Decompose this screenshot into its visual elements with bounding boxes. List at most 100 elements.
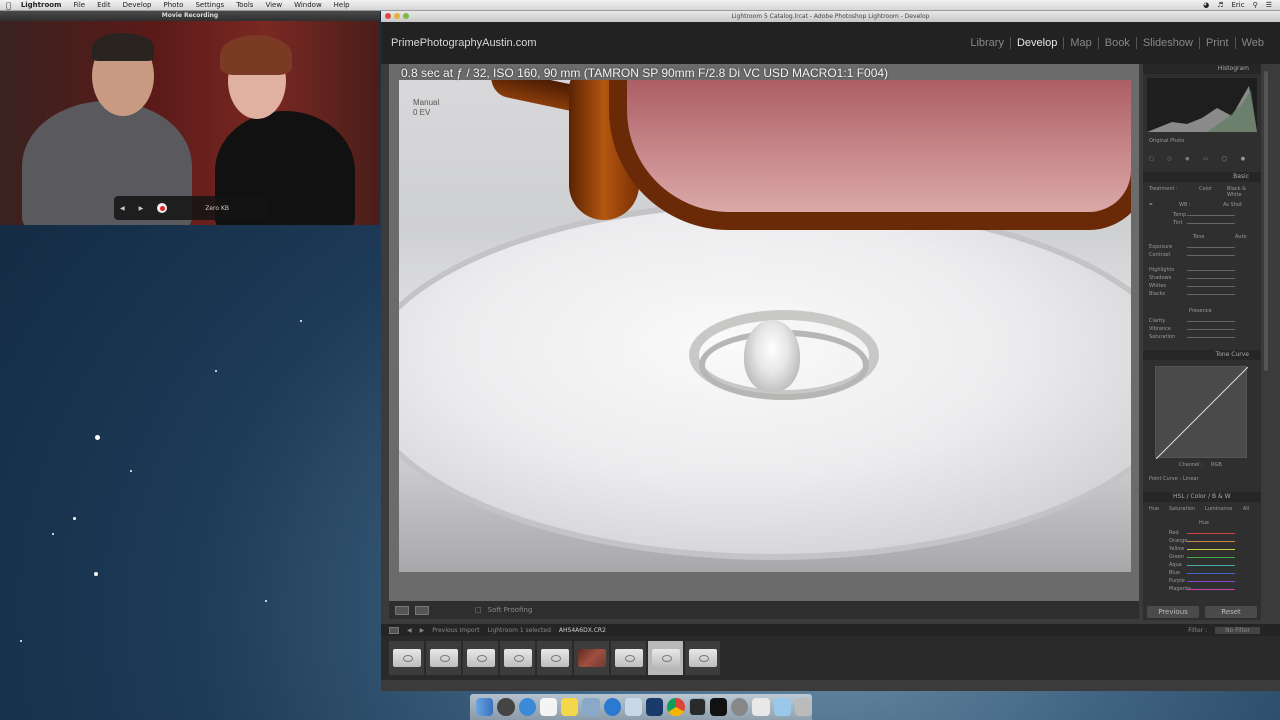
spotlight-icon[interactable]: ⚲: [1253, 1, 1258, 9]
nav-forward-icon[interactable]: ▶: [420, 627, 425, 634]
crop-icon[interactable]: □: [1149, 156, 1154, 162]
histogram-header[interactable]: Histogram: [1143, 64, 1261, 74]
preview-icon[interactable]: [582, 698, 600, 716]
treatment-bw[interactable]: Black & White: [1227, 186, 1255, 198]
menu-item-settings[interactable]: Settings: [195, 1, 224, 9]
filmstrip-thumbnail-selected[interactable]: [648, 641, 683, 675]
graduated-filter-icon[interactable]: ▭: [1203, 156, 1208, 162]
hsl-tab-luminance[interactable]: Luminance: [1205, 506, 1232, 512]
module-book[interactable]: Book: [1097, 37, 1136, 49]
red-eye-icon[interactable]: ◉: [1185, 156, 1189, 162]
zoom-button[interactable]: [403, 13, 409, 19]
clarity-slider[interactable]: Clarity: [1149, 318, 1255, 324]
adjustment-brush-icon[interactable]: ●: [1241, 156, 1245, 162]
menu-item-view[interactable]: View: [265, 1, 282, 9]
terminal-icon[interactable]: [709, 698, 728, 716]
tone-auto[interactable]: Auto: [1235, 234, 1247, 240]
right-panel-scrollbar[interactable]: [1264, 71, 1268, 371]
system-preferences-icon[interactable]: [731, 698, 749, 716]
grid-view-icon[interactable]: [389, 626, 399, 634]
point-curve-value[interactable]: Linear: [1183, 476, 1199, 482]
vibrance-slider[interactable]: Vibrance: [1149, 326, 1255, 332]
minimize-button[interactable]: [394, 13, 400, 19]
channel-value[interactable]: RGB: [1211, 462, 1222, 468]
treatment-color[interactable]: Color: [1199, 186, 1212, 192]
filmstrip-thumbnail[interactable]: [426, 641, 461, 675]
shadows-slider[interactable]: Shadows: [1149, 275, 1255, 281]
temp-slider[interactable]: Temp: [1149, 212, 1255, 218]
menu-item-lightroom[interactable]: Lightroom: [21, 1, 62, 9]
filmstrip-thumbnail[interactable]: [389, 641, 424, 675]
hue-orange-slider[interactable]: Orange: [1149, 538, 1255, 544]
bw-tab[interactable]: B & W: [1212, 493, 1231, 500]
hsl-tab-all[interactable]: All: [1243, 506, 1249, 512]
basic-header[interactable]: Basic: [1143, 172, 1261, 182]
highlights-slider[interactable]: Highlights: [1149, 267, 1255, 273]
whites-slider[interactable]: Whites: [1149, 283, 1255, 289]
filmstrip-source[interactable]: Previous Import: [432, 627, 479, 634]
launchpad-icon[interactable]: [497, 698, 515, 716]
wb-eyedropper-icon[interactable]: ✒: [1149, 202, 1153, 208]
apple-menu-icon[interactable]: : [6, 1, 11, 10]
downloads-folder-icon[interactable]: [773, 698, 791, 716]
finder-icon[interactable]: [476, 698, 494, 716]
photo-preview[interactable]: Manual 0 EV: [399, 80, 1131, 572]
filmstrip-thumbnail[interactable]: [611, 641, 646, 675]
safari-icon[interactable]: [518, 698, 536, 716]
hsl-tab[interactable]: HSL: [1173, 493, 1185, 500]
notification-center-icon[interactable]: ☰: [1266, 1, 1272, 9]
filmstrip-thumbnail[interactable]: [463, 641, 498, 675]
exposure-slider[interactable]: Exposure: [1149, 244, 1255, 250]
volume-icon[interactable]: ♬: [1217, 1, 1223, 9]
app-store-icon[interactable]: [603, 698, 621, 716]
hue-magenta-slider[interactable]: Magenta: [1149, 586, 1255, 592]
wb-value[interactable]: As Shot: [1223, 202, 1242, 208]
blacks-slider[interactable]: Blacks: [1149, 291, 1255, 297]
hue-red-slider[interactable]: Red: [1149, 530, 1255, 536]
color-tab[interactable]: Color: [1191, 493, 1207, 500]
saturation-slider[interactable]: Saturation: [1149, 334, 1255, 340]
filmstrip-thumbnail[interactable]: [685, 641, 720, 675]
nav-back-icon[interactable]: ◀: [407, 627, 412, 634]
menu-item-help[interactable]: Help: [334, 1, 350, 9]
tint-slider[interactable]: Tint: [1149, 220, 1255, 226]
record-button[interactable]: [157, 203, 168, 213]
module-map[interactable]: Map: [1063, 37, 1097, 49]
filmstrip-thumbnail[interactable]: [500, 641, 535, 675]
notes-icon[interactable]: [561, 698, 579, 716]
contrast-slider[interactable]: Contrast: [1149, 252, 1255, 258]
user-name[interactable]: Eric: [1231, 1, 1244, 9]
hue-purple-slider[interactable]: Purple: [1149, 578, 1255, 584]
menu-item-window[interactable]: Window: [294, 1, 322, 9]
hsl-tab-hue[interactable]: Hue: [1149, 506, 1159, 512]
calendar-icon[interactable]: [539, 698, 557, 716]
close-button[interactable]: [385, 13, 391, 19]
hue-green-slider[interactable]: Green: [1149, 554, 1255, 560]
module-library[interactable]: Library: [964, 37, 1010, 49]
filmstrip-thumbnail[interactable]: [574, 641, 609, 675]
reset-button[interactable]: Reset: [1205, 606, 1257, 618]
hue-yellow-slider[interactable]: Yellow: [1149, 546, 1255, 552]
documents-folder-icon[interactable]: [752, 698, 770, 716]
module-print[interactable]: Print: [1198, 37, 1235, 49]
menu-item-tools[interactable]: Tools: [236, 1, 253, 9]
filmstrip-thumbnail[interactable]: [537, 641, 572, 675]
before-after-icon[interactable]: [415, 605, 429, 615]
filter-value[interactable]: No Filter: [1215, 626, 1260, 634]
hsl-tab-saturation[interactable]: Saturation: [1169, 506, 1195, 512]
tone-curve-header[interactable]: Tone Curve: [1143, 350, 1261, 360]
wifi-icon[interactable]: ◕: [1203, 1, 1209, 9]
module-slideshow[interactable]: Slideshow: [1135, 37, 1199, 49]
previous-button[interactable]: Previous: [1147, 606, 1199, 618]
lightroom-icon[interactable]: [688, 698, 706, 716]
hue-blue-slider[interactable]: Blue: [1149, 570, 1255, 576]
module-web[interactable]: Web: [1234, 37, 1270, 49]
chrome-icon[interactable]: [667, 698, 685, 716]
volume-low-icon[interactable]: ◀: [120, 205, 125, 212]
volume-high-icon[interactable]: ▶: [139, 205, 144, 212]
soft-proofing-checkbox[interactable]: □: [475, 606, 482, 614]
loupe-view-icon[interactable]: [395, 605, 409, 615]
menu-item-edit[interactable]: Edit: [97, 1, 111, 9]
photoshop-icon[interactable]: [646, 698, 664, 716]
mail-icon[interactable]: [624, 698, 642, 716]
